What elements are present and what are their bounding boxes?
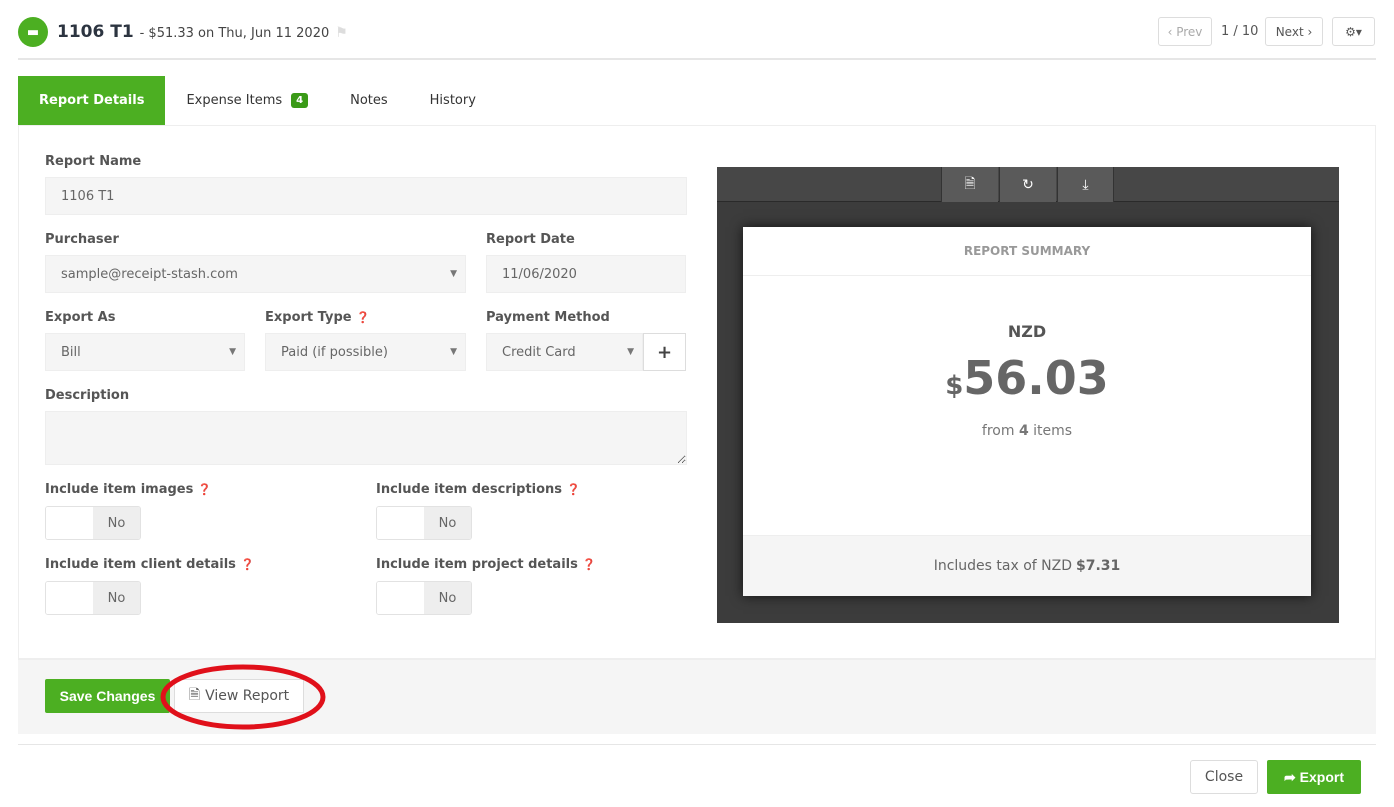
caret-down-icon: ▼ — [450, 269, 457, 279]
summary-tax: Includes tax of NZD $7.31 — [743, 535, 1311, 596]
annotation-circle — [160, 664, 326, 730]
help-icon[interactable]: ❓ — [356, 311, 370, 324]
include-descriptions-toggle[interactable]: No — [376, 506, 472, 540]
preview-toolbar: 🗎 ↻ ⤓ — [717, 167, 1339, 202]
summary-item-count: from 4 items — [981, 423, 1073, 439]
pdf-button[interactable]: 🗎 — [941, 167, 998, 202]
page-title: 1106 T1 - $51.33 on Thu, Jun 11 2020 ⚑ — [57, 22, 348, 42]
report-subtitle: - $51.33 on Thu, Jun 11 2020 — [139, 26, 330, 41]
settings-dropdown-button[interactable]: ⚙▾ — [1332, 17, 1375, 46]
tab-notes[interactable]: Notes — [329, 76, 409, 125]
flag-icon[interactable]: ⚑ — [335, 25, 348, 41]
report-preview: 🗎 ↻ ⤓ REPORT SUMMARY NZD $56.03 from 4 i… — [717, 167, 1339, 623]
export-type-label: Export Type ❓ — [265, 310, 370, 325]
help-icon[interactable]: ❓ — [240, 558, 254, 571]
summary-currency: NZD — [1007, 322, 1047, 341]
summary-card: REPORT SUMMARY NZD $56.03 from 4 items I… — [743, 227, 1311, 596]
export-as-select[interactable]: Bill ▼ — [45, 333, 245, 371]
file-pdf-icon: 🗎 — [964, 175, 976, 192]
plus-icon: + — [656, 341, 673, 363]
export-button[interactable]: ➦ Export — [1267, 760, 1361, 794]
description-textarea[interactable] — [45, 411, 687, 465]
include-client-details-toggle[interactable]: No — [45, 581, 141, 615]
footer-divider — [18, 744, 1376, 745]
page-indicator: 1 / 10 — [1221, 24, 1259, 39]
tab-history[interactable]: History — [409, 76, 497, 125]
next-button[interactable]: Next › — [1265, 17, 1323, 46]
report-date-input[interactable]: 11/06/2020 — [486, 255, 686, 293]
toggle-label: Include item client details ❓ — [45, 557, 255, 572]
toggle-label: Include item descriptions ❓ — [376, 482, 581, 497]
refresh-button[interactable]: ↻ — [999, 167, 1056, 202]
payment-method-label: Payment Method — [486, 310, 610, 325]
header-divider — [18, 58, 1376, 60]
purchaser-label: Purchaser — [45, 232, 119, 247]
add-payment-method-button[interactable]: + — [643, 333, 686, 371]
caret-down-icon: ▼ — [627, 347, 634, 357]
share-icon: ➦ — [1284, 768, 1300, 785]
help-icon[interactable]: ❓ — [198, 483, 212, 496]
report-date-label: Report Date — [486, 232, 575, 247]
save-changes-button[interactable]: Save Changes — [45, 679, 170, 713]
close-button[interactable]: Close — [1190, 760, 1258, 794]
tab-report-details[interactable]: Report Details — [18, 76, 166, 125]
summary-heading: REPORT SUMMARY — [743, 227, 1311, 276]
report-name-input[interactable]: 1106 T1 — [45, 177, 687, 215]
tab-bar: Report Details Expense Items 4 Notes Hist… — [18, 76, 1376, 126]
include-project-details-toggle[interactable]: No — [376, 581, 472, 615]
purchaser-select[interactable]: sample@receipt-stash.com ▼ — [45, 255, 466, 293]
include-images-toggle[interactable]: No — [45, 506, 141, 540]
app-logo: ▬ — [18, 17, 48, 47]
prev-button[interactable]: ‹ Prev — [1158, 17, 1212, 46]
export-as-label: Export As — [45, 310, 116, 325]
refresh-icon: ↻ — [1022, 176, 1034, 193]
summary-total: $56.03 — [945, 351, 1109, 405]
report-name-label: Report Name — [45, 154, 142, 169]
payment-method-select[interactable]: Credit Card ▼ — [486, 333, 643, 371]
help-icon[interactable]: ❓ — [582, 558, 596, 571]
toggle-label: Include item project details ❓ — [376, 557, 597, 572]
description-label: Description — [45, 388, 130, 403]
toggle-label: Include item images ❓ — [45, 482, 212, 497]
download-icon: ⤓ — [1082, 176, 1089, 193]
tab-expense-items[interactable]: Expense Items 4 — [165, 76, 329, 125]
caret-down-icon: ▼ — [229, 347, 236, 357]
help-icon[interactable]: ❓ — [567, 483, 581, 496]
expense-count-badge: 4 — [291, 93, 309, 108]
gear-icon: ⚙▾ — [1345, 24, 1362, 39]
caret-down-icon: ▼ — [450, 347, 457, 357]
download-button[interactable]: ⤓ — [1057, 167, 1114, 202]
export-type-select[interactable]: Paid (if possible) ▼ — [265, 333, 466, 371]
